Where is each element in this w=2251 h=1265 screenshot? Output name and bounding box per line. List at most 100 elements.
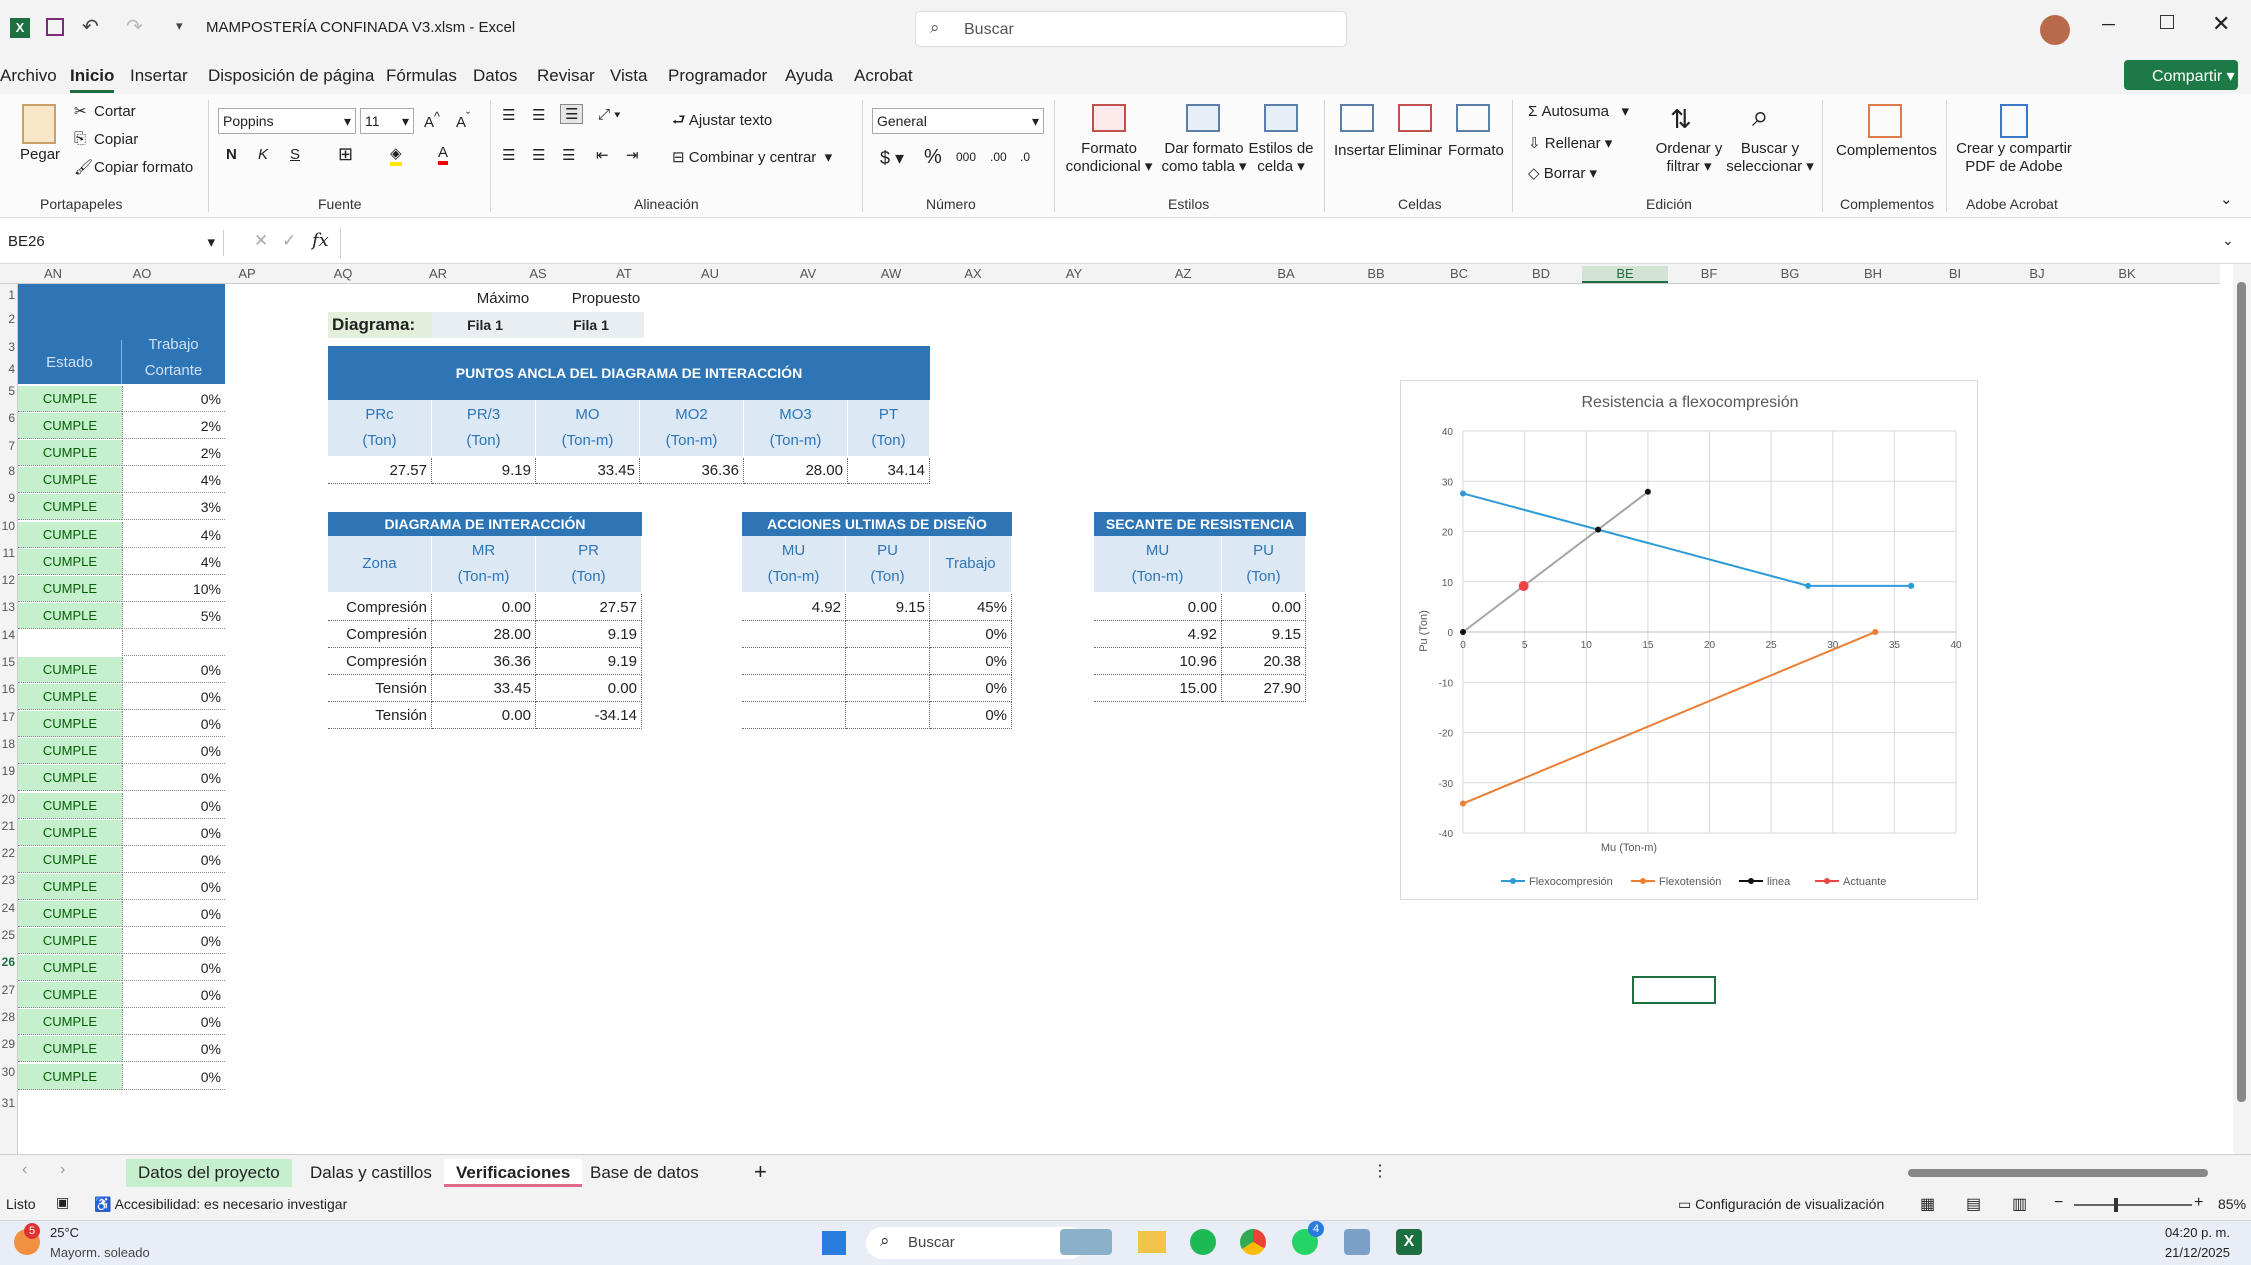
- cortante-cell[interactable]: 0%: [122, 928, 225, 954]
- macro-record-icon[interactable]: ▣: [56, 1194, 69, 1211]
- propuesto-select[interactable]: Fila 1: [538, 312, 644, 338]
- tbl-acciones-cell[interactable]: [846, 675, 930, 702]
- tbl-secante-cell[interactable]: 20.38: [1222, 648, 1306, 675]
- fill-button[interactable]: ⇩ Rellenar ▾: [1528, 134, 1612, 152]
- restore-icon[interactable]: [2160, 15, 2174, 29]
- font-color-icon[interactable]: A: [438, 144, 449, 165]
- menu-formulas[interactable]: Fórmulas: [386, 66, 457, 86]
- snipping-tool-icon[interactable]: [1344, 1229, 1370, 1255]
- menu-disposicion[interactable]: Disposición de página: [208, 66, 374, 86]
- decrease-indent-icon[interactable]: ⇤: [596, 146, 609, 164]
- tab-datos-proyecto[interactable]: Datos del proyecto: [126, 1159, 292, 1187]
- estado-cell[interactable]: CUMPLE: [18, 873, 122, 900]
- estado-cell[interactable]: CUMPLE: [18, 982, 122, 1009]
- row-header-27[interactable]: 27: [0, 983, 17, 997]
- col-header-BE[interactable]: BE: [1582, 266, 1668, 283]
- col-header-AP[interactable]: AP: [196, 266, 298, 281]
- estado-cell[interactable]: CUMPLE: [18, 548, 122, 575]
- row-header-25[interactable]: 25: [0, 928, 17, 942]
- menu-inicio[interactable]: Inicio: [70, 66, 115, 93]
- row-header-12[interactable]: 12: [0, 573, 17, 587]
- cell-styles-icon[interactable]: [1264, 104, 1298, 132]
- menu-datos[interactable]: Datos: [473, 66, 517, 86]
- minimize-icon[interactable]: ─: [2102, 14, 2115, 35]
- cortante-cell[interactable]: 0%: [122, 819, 225, 846]
- tbl-diagrama-cell[interactable]: 27.57: [536, 594, 642, 621]
- format-table-button[interactable]: Dar formato como tabla ▾: [1158, 140, 1250, 176]
- tbl-secante-cell[interactable]: 4.92: [1094, 621, 1222, 648]
- tbl-diagrama-cell[interactable]: 0.00: [432, 702, 536, 729]
- redo-icon[interactable]: ↷: [126, 14, 143, 39]
- cortante-cell[interactable]: 4%: [122, 467, 225, 494]
- cortante-cell[interactable]: 0%: [122, 1009, 225, 1036]
- estado-cell[interactable]: CUMPLE: [18, 819, 122, 846]
- add-sheet-icon[interactable]: +: [754, 1159, 767, 1185]
- col-header-BG[interactable]: BG: [1750, 266, 1830, 281]
- cortante-cell[interactable]: 0%: [122, 982, 225, 1009]
- format-cells-icon[interactable]: [1456, 104, 1490, 132]
- estado-cell[interactable]: CUMPLE: [18, 1036, 122, 1063]
- tbl-acciones-cell[interactable]: [846, 648, 930, 675]
- prev-sheet-icon[interactable]: ‹: [22, 1161, 27, 1179]
- estado-cell[interactable]: CUMPLE: [18, 846, 122, 873]
- conditional-format-button[interactable]: Formato condicional ▾: [1062, 140, 1156, 176]
- estado-cell[interactable]: CUMPLE: [18, 494, 122, 521]
- menu-programador[interactable]: Programador: [668, 66, 767, 86]
- cortante-cell[interactable]: 0%: [122, 738, 225, 765]
- estado-cell[interactable]: CUMPLE: [18, 900, 122, 927]
- estado-cell[interactable]: CUMPLE: [18, 440, 122, 467]
- sort-filter-icon[interactable]: ⇅: [1670, 104, 1692, 135]
- row-header-15[interactable]: 15: [0, 655, 17, 669]
- col-header-AU[interactable]: AU: [660, 266, 760, 281]
- bold-icon[interactable]: N: [226, 146, 237, 163]
- estado-cell[interactable]: CUMPLE: [18, 413, 122, 440]
- puntos-value-cell[interactable]: 33.45: [536, 458, 640, 484]
- cortante-cell[interactable]: 10%: [122, 575, 225, 602]
- tbl-secante-cell[interactable]: 27.90: [1222, 675, 1306, 702]
- expand-formula-icon[interactable]: ⌄: [2222, 232, 2234, 249]
- decrease-decimal-icon[interactable]: .0: [1020, 150, 1030, 164]
- tbl-acciones-cell[interactable]: 0%: [930, 702, 1012, 729]
- tbl-diagrama-cell[interactable]: 9.19: [536, 621, 642, 648]
- copy-button[interactable]: Copiar: [94, 131, 138, 148]
- tbl-diagrama-cell[interactable]: 36.36: [432, 648, 536, 675]
- col-header-BI[interactable]: BI: [1916, 266, 1994, 281]
- estado-cell[interactable]: CUMPLE: [18, 602, 122, 629]
- format-painter-icon[interactable]: 🖌: [74, 158, 93, 176]
- thousands-icon[interactable]: 000: [956, 150, 976, 164]
- confirm-icon[interactable]: ✓: [282, 231, 296, 251]
- col-header-AW[interactable]: AW: [856, 266, 926, 281]
- tbl-acciones-cell[interactable]: 0%: [930, 675, 1012, 702]
- horizontal-scroll-thumb[interactable]: [1908, 1169, 2208, 1177]
- col-header-AY[interactable]: AY: [1020, 266, 1128, 281]
- row-header-22[interactable]: 22: [0, 846, 17, 860]
- accessibility-status[interactable]: ♿ Accesibilidad: es necesario investigar: [94, 1196, 347, 1213]
- close-icon[interactable]: ✕: [2212, 11, 2230, 37]
- insert-cells-icon[interactable]: [1340, 104, 1374, 132]
- col-header-AR[interactable]: AR: [388, 266, 488, 281]
- tbl-secante-cell[interactable]: 0.00: [1094, 594, 1222, 621]
- tbl-diagrama-cell[interactable]: 0.00: [432, 594, 536, 621]
- cut-icon[interactable]: ✂: [74, 102, 87, 120]
- cortante-cell[interactable]: 0%: [122, 684, 225, 711]
- cortante-cell[interactable]: 4%: [122, 548, 225, 575]
- estado-cell[interactable]: CUMPLE: [18, 575, 122, 602]
- file-explorer-icon[interactable]: [1138, 1231, 1166, 1253]
- tab-verificaciones[interactable]: Verificaciones: [444, 1159, 583, 1187]
- cortante-cell[interactable]: 0%: [122, 711, 225, 738]
- col-header-BJ[interactable]: BJ: [1994, 266, 2080, 281]
- share-button[interactable]: Compartir ▾: [2124, 60, 2238, 90]
- paste-icon[interactable]: [22, 104, 56, 144]
- row-header-16[interactable]: 16: [0, 682, 17, 696]
- merge-center-button[interactable]: ⊟ Combinar y centrar ▾: [672, 148, 832, 166]
- col-header-BA[interactable]: BA: [1238, 266, 1334, 281]
- align-center-icon[interactable]: ☰: [532, 146, 545, 164]
- cortante-cell[interactable]: 0%: [122, 873, 225, 900]
- function-icon[interactable]: fx: [312, 230, 329, 251]
- estado-cell[interactable]: CUMPLE: [18, 467, 122, 494]
- menu-ayuda[interactable]: Ayuda: [785, 66, 833, 86]
- more-options-icon[interactable]: ⋮: [1372, 1161, 1388, 1181]
- normal-view-icon[interactable]: ▦: [1920, 1194, 1935, 1214]
- cortante-cell[interactable]: 0%: [122, 955, 225, 982]
- tbl-diagrama-cell[interactable]: Tensión: [328, 702, 432, 729]
